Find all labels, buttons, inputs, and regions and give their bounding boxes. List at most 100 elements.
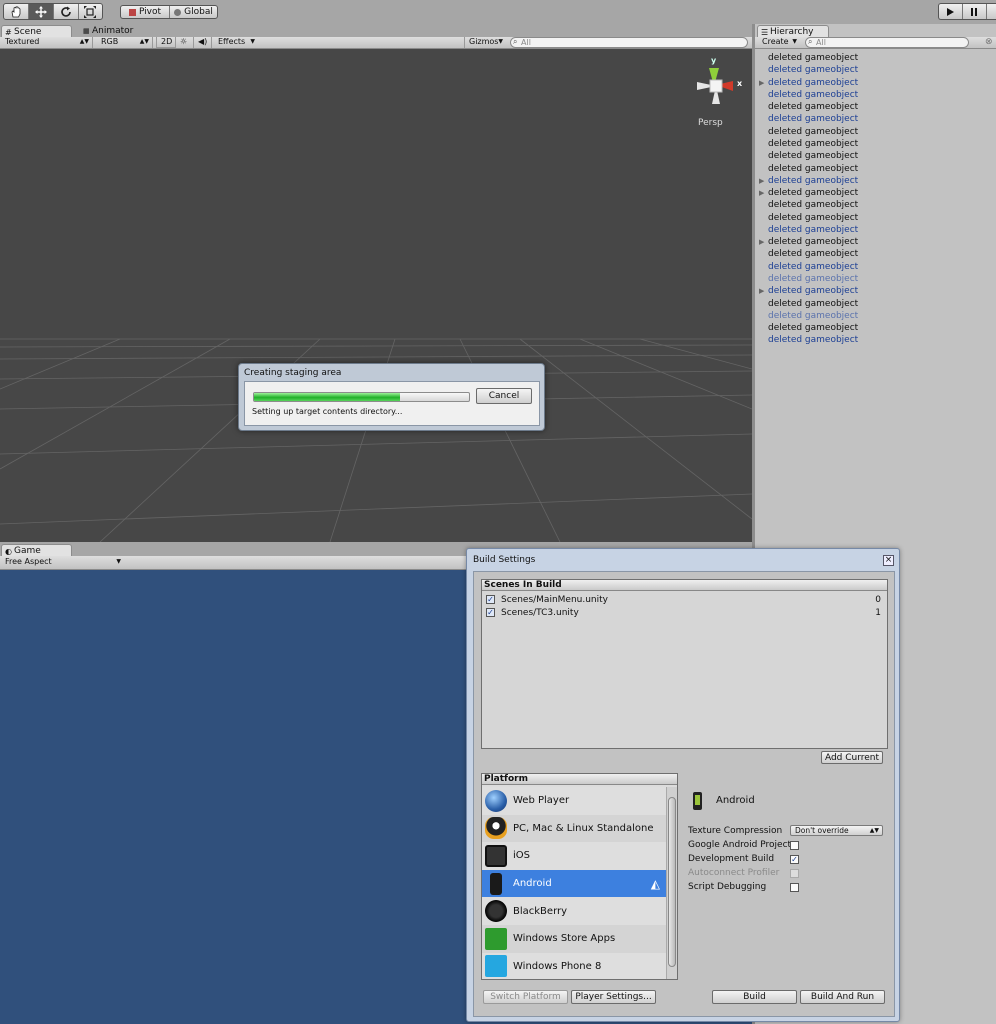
build-and-run-button[interactable]: Build And Run bbox=[800, 990, 885, 1004]
google-android-project-checkbox[interactable] bbox=[790, 841, 799, 850]
platform-item-windows-phone-8[interactable]: Windows Phone 8 bbox=[482, 952, 666, 979]
pivot-toggle[interactable]: Pivot bbox=[121, 6, 170, 18]
play-icon[interactable] bbox=[939, 4, 963, 19]
global-toggle[interactable]: Global bbox=[170, 6, 217, 18]
step-icon[interactable] bbox=[987, 4, 996, 19]
hierarchy-item[interactable]: ▶ deleted gameobject bbox=[755, 175, 995, 187]
hierarchy-item[interactable]: deleted gameobject bbox=[755, 273, 995, 285]
2d-toggle[interactable]: 2D bbox=[156, 37, 176, 48]
scene-checkbox[interactable]: ✓ bbox=[486, 595, 495, 604]
tab-animator[interactable]: ▦ Animator bbox=[80, 25, 150, 37]
build-button[interactable]: Build bbox=[712, 990, 797, 1004]
clear-search-icon[interactable]: ⊗ bbox=[985, 37, 993, 47]
aspect-label: Free Aspect bbox=[5, 557, 52, 566]
hierarchy-item-label: deleted gameobject bbox=[768, 53, 859, 63]
scene-row[interactable]: ✓ Scenes/TC3.unity 1 bbox=[482, 607, 887, 619]
shading-mode-dropdown[interactable]: Textured ▲▼ bbox=[1, 37, 93, 48]
hierarchy-item[interactable]: deleted gameobject bbox=[755, 101, 995, 113]
platform-scrollbar[interactable] bbox=[666, 787, 677, 979]
add-current-button[interactable]: Add Current bbox=[821, 751, 883, 764]
hierarchy-item[interactable]: ▶ deleted gameobject bbox=[755, 187, 995, 199]
hierarchy-item[interactable]: deleted gameobject bbox=[755, 138, 995, 150]
lighting-toggle[interactable]: ☼ bbox=[176, 37, 194, 48]
hierarchy-item[interactable]: deleted gameobject bbox=[755, 322, 995, 334]
create-dropdown[interactable]: Create ▼ bbox=[758, 37, 800, 48]
hierarchy-item[interactable]: deleted gameobject bbox=[755, 298, 995, 310]
player-settings-button[interactable]: Player Settings... bbox=[571, 990, 656, 1004]
scene-search-input[interactable]: ⌕ All bbox=[510, 37, 748, 48]
audio-toggle[interactable]: ◀) bbox=[194, 37, 212, 48]
rotate-icon[interactable] bbox=[54, 4, 79, 19]
platform-item-blackberry[interactable]: BlackBerry bbox=[482, 897, 666, 925]
tab-game[interactable]: ◐ Game bbox=[1, 544, 72, 556]
cancel-button[interactable]: Cancel bbox=[476, 388, 532, 404]
shading-mode-label: Textured bbox=[5, 37, 40, 46]
hierarchy-item[interactable]: ▶ deleted gameobject bbox=[755, 77, 995, 89]
switch-platform-button[interactable]: Switch Platform bbox=[483, 990, 568, 1004]
hierarchy-item-label: deleted gameobject bbox=[768, 65, 859, 76]
move-icon[interactable] bbox=[28, 4, 54, 19]
expand-arrow-icon[interactable]: ▶ bbox=[759, 285, 764, 297]
effects-dropdown[interactable]: Effects ▼ bbox=[214, 37, 258, 48]
android-phone-icon bbox=[490, 872, 502, 895]
hierarchy-item[interactable]: deleted gameobject bbox=[755, 52, 995, 64]
hierarchy-item[interactable]: deleted gameobject bbox=[755, 150, 995, 162]
tab-hierarchy[interactable]: ☰ Hierarchy bbox=[757, 25, 829, 37]
progress-status: Setting up target contents directory... bbox=[252, 407, 403, 416]
hierarchy-item[interactable]: deleted gameobject bbox=[755, 334, 995, 346]
gizmos-dropdown[interactable]: Gizmos ▼ bbox=[464, 37, 506, 48]
selected-platform-header: Android bbox=[690, 792, 880, 812]
hierarchy-item[interactable]: ▶ deleted gameobject bbox=[755, 285, 995, 297]
windows-store-icon bbox=[485, 927, 507, 950]
platform-label: Windows Store Apps bbox=[513, 933, 616, 945]
scene-checkbox[interactable]: ✓ bbox=[486, 607, 495, 617]
scene-row[interactable]: ✓ Scenes/MainMenu.unity 0 bbox=[482, 594, 887, 606]
scene-gizmo[interactable]: y x Persp bbox=[688, 56, 744, 128]
hierarchy-list: deleted gameobject deleted gameobject ▶ del… bbox=[755, 52, 996, 372]
hierarchy-item[interactable]: deleted gameobject bbox=[755, 248, 995, 260]
platform-item-ios[interactable]: iOS bbox=[482, 842, 666, 870]
hand-icon[interactable] bbox=[4, 4, 29, 19]
hierarchy-item-label: deleted gameobject bbox=[768, 200, 859, 211]
tab-scene[interactable]: # Scene bbox=[1, 25, 72, 37]
texture-compression-dropdown[interactable]: Don't override ▲▼ bbox=[790, 825, 883, 836]
hierarchy-item[interactable]: deleted gameobject bbox=[755, 212, 995, 224]
play-controls bbox=[938, 3, 996, 20]
chevron-down-icon: ▲▼ bbox=[79, 38, 89, 45]
platform-item-android[interactable]: Android ◭ bbox=[482, 869, 666, 898]
chevron-down-icon: ▲▼ bbox=[139, 38, 149, 45]
2d-label: 2D bbox=[161, 37, 173, 46]
render-mode-dropdown[interactable]: RGB ▲▼ bbox=[97, 37, 153, 48]
hierarchy-item[interactable]: deleted gameobject bbox=[755, 64, 995, 76]
scrollbar-thumb[interactable] bbox=[668, 797, 676, 967]
expand-arrow-icon[interactable]: ▶ bbox=[759, 77, 764, 89]
pause-icon[interactable] bbox=[963, 4, 987, 19]
platform-item-pc-mac-linux-standalone[interactable]: PC, Mac & Linux Standalone bbox=[482, 814, 666, 843]
expand-arrow-icon[interactable]: ▶ bbox=[759, 236, 764, 248]
scene-viewport[interactable]: y x Persp bbox=[0, 49, 752, 542]
aspect-dropdown[interactable]: Free Aspect ▼ bbox=[1, 557, 124, 568]
script-debugging-checkbox[interactable] bbox=[790, 883, 799, 892]
development-build-checkbox[interactable]: ✓ bbox=[790, 855, 799, 864]
platform-item-web-player[interactable]: Web Player bbox=[482, 787, 666, 815]
expand-arrow-icon[interactable]: ▶ bbox=[759, 175, 764, 187]
hierarchy-search-input[interactable]: ⌕ All bbox=[805, 37, 969, 48]
expand-arrow-icon[interactable]: ▶ bbox=[759, 187, 764, 199]
hierarchy-item[interactable]: deleted gameobject bbox=[755, 310, 995, 322]
hierarchy-item[interactable]: deleted gameobject bbox=[755, 126, 995, 138]
close-button[interactable]: × bbox=[883, 555, 894, 566]
scenes-header: Scenes In Build bbox=[482, 580, 887, 591]
hierarchy-item[interactable]: deleted gameobject bbox=[755, 261, 995, 273]
hierarchy-item[interactable]: deleted gameobject bbox=[755, 113, 995, 125]
chevron-down-icon: ▼ bbox=[792, 38, 797, 45]
chevron-down-icon: ▲▼ bbox=[869, 827, 879, 834]
hierarchy-item[interactable]: ▶ deleted gameobject bbox=[755, 236, 995, 248]
hierarchy-item[interactable]: deleted gameobject bbox=[755, 199, 995, 211]
hierarchy-item[interactable]: deleted gameobject bbox=[755, 224, 995, 236]
gizmos-label: Gizmos bbox=[469, 37, 499, 46]
hierarchy-item[interactable]: deleted gameobject bbox=[755, 163, 995, 175]
hierarchy-item[interactable]: deleted gameobject bbox=[755, 89, 995, 101]
autoconnect-profiler-checkbox[interactable] bbox=[790, 869, 799, 878]
platform-item-windows-store-apps[interactable]: Windows Store Apps bbox=[482, 925, 666, 953]
scale-icon[interactable] bbox=[79, 4, 102, 19]
